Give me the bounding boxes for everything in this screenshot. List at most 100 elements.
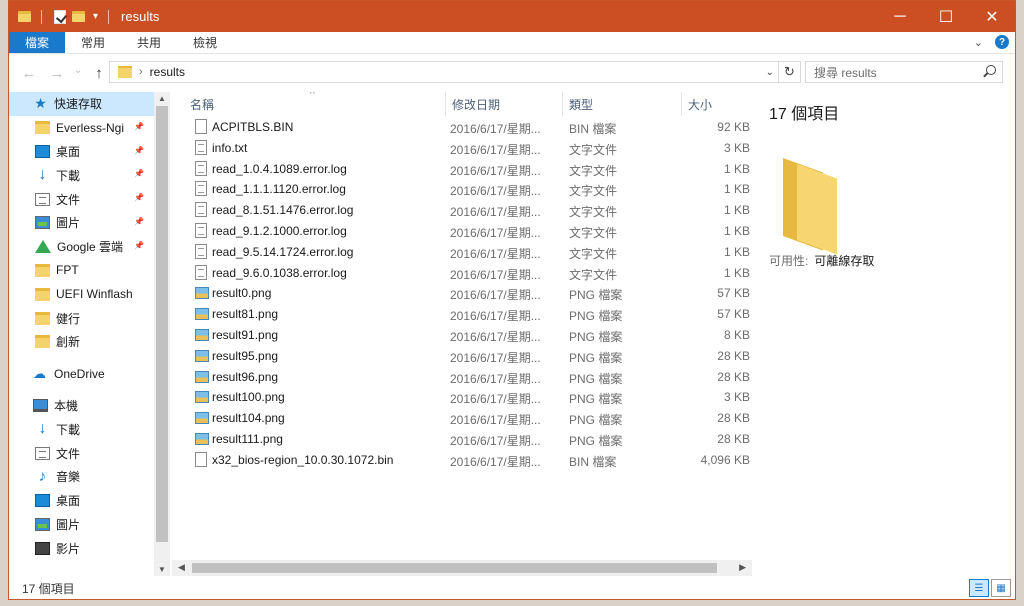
properties-icon[interactable] <box>54 9 66 24</box>
file-date: 2016/6/17/星期... <box>450 142 541 157</box>
file-row[interactable]: read_9.6.0.1038.error.log 2016/6/17/星期...… <box>172 262 752 283</box>
scroll-right-icon[interactable]: ▶ <box>739 562 746 573</box>
file-row[interactable]: info.txt 2016/6/17/星期... 文字文件 3 KB <box>172 137 752 158</box>
document-icon <box>35 446 50 460</box>
navigation-pane: ★ 快速存取 Everless-Ngi 📌 桌面 📌 ↓ 下載 📌 文件 📌 圖片 📌 Google 雲端… <box>9 92 162 576</box>
back-button[interactable]: ← <box>15 65 43 82</box>
nav-item[interactable]: 圖片 📌 <box>9 211 162 235</box>
file-row[interactable]: read_1.0.4.1089.error.log 2016/6/17/星期...… <box>172 158 752 179</box>
scrollbar-thumb[interactable] <box>156 106 168 542</box>
column-date-modified[interactable]: 修改日期 <box>446 92 563 116</box>
desktop-icon <box>35 144 50 158</box>
nav-item-label: 下載 <box>56 168 81 183</box>
help-icon[interactable]: ? <box>995 35 1009 49</box>
nav-item[interactable]: Google 雲端 📌 <box>9 235 162 259</box>
forward-button[interactable]: → <box>43 65 71 82</box>
scroll-left-icon[interactable]: ◀ <box>178 562 185 573</box>
pin-icon: 📌 <box>134 193 144 203</box>
column-name[interactable]: 名稱 <box>184 92 446 116</box>
new-folder-icon[interactable] <box>72 11 85 22</box>
nav-item[interactable]: ☁ OneDrive <box>9 362 162 386</box>
nav-item[interactable]: 圖片 <box>9 513 162 537</box>
image-file-icon <box>195 349 209 362</box>
nav-scrollbar[interactable]: ▲ ▼ <box>154 92 170 576</box>
file-row[interactable]: result111.png 2016/6/17/星期... PNG 檔案 28 KB <box>172 428 752 449</box>
file-row[interactable]: result0.png 2016/6/17/星期... PNG 檔案 57 KB <box>172 282 752 303</box>
status-bar: 17 個項目 ☰ ▦ <box>9 577 1015 599</box>
column-size[interactable]: 大小 <box>682 92 752 116</box>
tab-view[interactable]: 檢視 <box>177 32 233 53</box>
file-date: 2016/6/17/星期... <box>450 392 541 407</box>
nav-item[interactable]: FPT <box>9 259 162 283</box>
nav-item[interactable]: 健行 <box>9 306 162 330</box>
nav-item[interactable]: 影片 <box>9 536 162 560</box>
file-row[interactable]: result104.png 2016/6/17/星期... PNG 檔案 28 KB <box>172 407 752 428</box>
close-button[interactable]: ✕ <box>969 1 1015 32</box>
file-row[interactable]: ACPITBLS.BIN 2016/6/17/星期... BIN 檔案 92 KB <box>172 116 752 137</box>
file-date: 2016/6/17/星期... <box>450 246 541 261</box>
details-view-button[interactable]: ☰ <box>969 579 989 597</box>
maximize-button[interactable]: ☐ <box>923 1 969 32</box>
nav-item-label: Everless-Ngi <box>56 120 125 135</box>
file-row[interactable]: result91.png 2016/6/17/星期... PNG 檔案 8 KB <box>172 324 752 345</box>
minimize-button[interactable]: ─ <box>877 1 923 32</box>
video-icon <box>35 541 50 555</box>
file-row[interactable]: read_9.5.14.1724.error.log 2016/6/17/星期..… <box>172 241 752 262</box>
recent-locations-icon[interactable]: ⌄ <box>71 65 85 82</box>
scroll-up-icon[interactable]: ▲ <box>154 94 170 103</box>
image-file-icon <box>195 391 209 404</box>
nav-item[interactable]: ↓ 下載 📌 <box>9 163 162 187</box>
file-type: BIN 檔案 <box>569 122 617 136</box>
horizontal-scrollbar[interactable]: ◀ ▶ <box>172 560 752 576</box>
file-name: result0.png <box>212 286 272 301</box>
chevron-down-icon[interactable]: ⌄ <box>766 67 774 78</box>
nav-item-label: UEFI Winflash <box>56 287 133 302</box>
column-type[interactable]: 類型 <box>563 92 682 116</box>
refresh-button[interactable]: ↻ <box>779 61 801 83</box>
tab-home[interactable]: 常用 <box>65 32 121 53</box>
breadcrumb[interactable]: results <box>150 65 185 79</box>
nav-item[interactable]: 文件 📌 <box>9 187 162 211</box>
nav-item[interactable]: 桌面 📌 <box>9 140 162 164</box>
nav-item[interactable]: ↓ 下載 <box>9 417 162 441</box>
download-icon: ↓ <box>38 419 47 437</box>
file-type: PNG 檔案 <box>569 392 623 407</box>
file-row[interactable]: read_8.1.51.1476.error.log 2016/6/17/星期..… <box>172 199 752 220</box>
file-type: 文字文件 <box>569 246 618 261</box>
text-file-icon <box>195 160 207 176</box>
image-file-icon <box>195 308 209 321</box>
scroll-down-icon[interactable]: ▼ <box>154 565 170 574</box>
nav-item[interactable]: 桌面 <box>9 489 162 513</box>
file-name: result111.png <box>212 431 283 446</box>
nav-item[interactable]: Everless-Ngi 📌 <box>9 116 162 140</box>
file-name: result95.png <box>212 348 279 363</box>
nav-item[interactable]: ♪ 音樂 <box>9 465 162 489</box>
expand-ribbon-icon[interactable]: ⌄ <box>974 36 983 49</box>
tab-file[interactable]: 檔案 <box>9 32 66 53</box>
picture-icon <box>35 517 50 531</box>
file-row[interactable]: result95.png 2016/6/17/星期... PNG 檔案 28 KB <box>172 345 752 366</box>
search-input[interactable]: 搜尋 results <box>805 61 1003 83</box>
file-row[interactable]: x32_bios-region_10.0.30.1072.bin 2016/6/1… <box>172 449 752 470</box>
file-row[interactable]: read_9.1.2.1000.error.log 2016/6/17/星期...… <box>172 220 752 241</box>
nav-item[interactable]: UEFI Winflash <box>9 282 162 306</box>
nav-item[interactable]: 本機 <box>9 394 162 418</box>
nav-item[interactable]: 文件 <box>9 441 162 465</box>
large-icons-view-button[interactable]: ▦ <box>991 579 1011 597</box>
file-row[interactable]: result96.png 2016/6/17/星期... PNG 檔案 28 KB <box>172 366 752 387</box>
chevron-right-icon[interactable]: › <box>139 66 143 78</box>
address-bar[interactable]: › results ⌄ <box>109 61 779 83</box>
file-type: PNG 檔案 <box>569 329 623 344</box>
nav-item[interactable]: ★ 快速存取 <box>9 92 162 116</box>
desktop-icon <box>35 494 50 508</box>
title-bar[interactable]: ▾ results ─ ☐ ✕ <box>9 1 1015 32</box>
scrollbar-thumb[interactable] <box>192 563 717 573</box>
tab-share[interactable]: 共用 <box>121 32 177 53</box>
customize-quick-access-icon[interactable]: ▾ <box>93 11 98 22</box>
nav-item[interactable]: 創新 <box>9 330 162 354</box>
google-drive-icon <box>35 240 51 254</box>
search-placeholder: 搜尋 results <box>814 65 877 80</box>
file-row[interactable]: result81.png 2016/6/17/星期... PNG 檔案 57 KB <box>172 303 752 324</box>
file-row[interactable]: result100.png 2016/6/17/星期... PNG 檔案 3 KB <box>172 386 752 407</box>
file-row[interactable]: read_1.1.1.1120.error.log 2016/6/17/星期...… <box>172 178 752 199</box>
